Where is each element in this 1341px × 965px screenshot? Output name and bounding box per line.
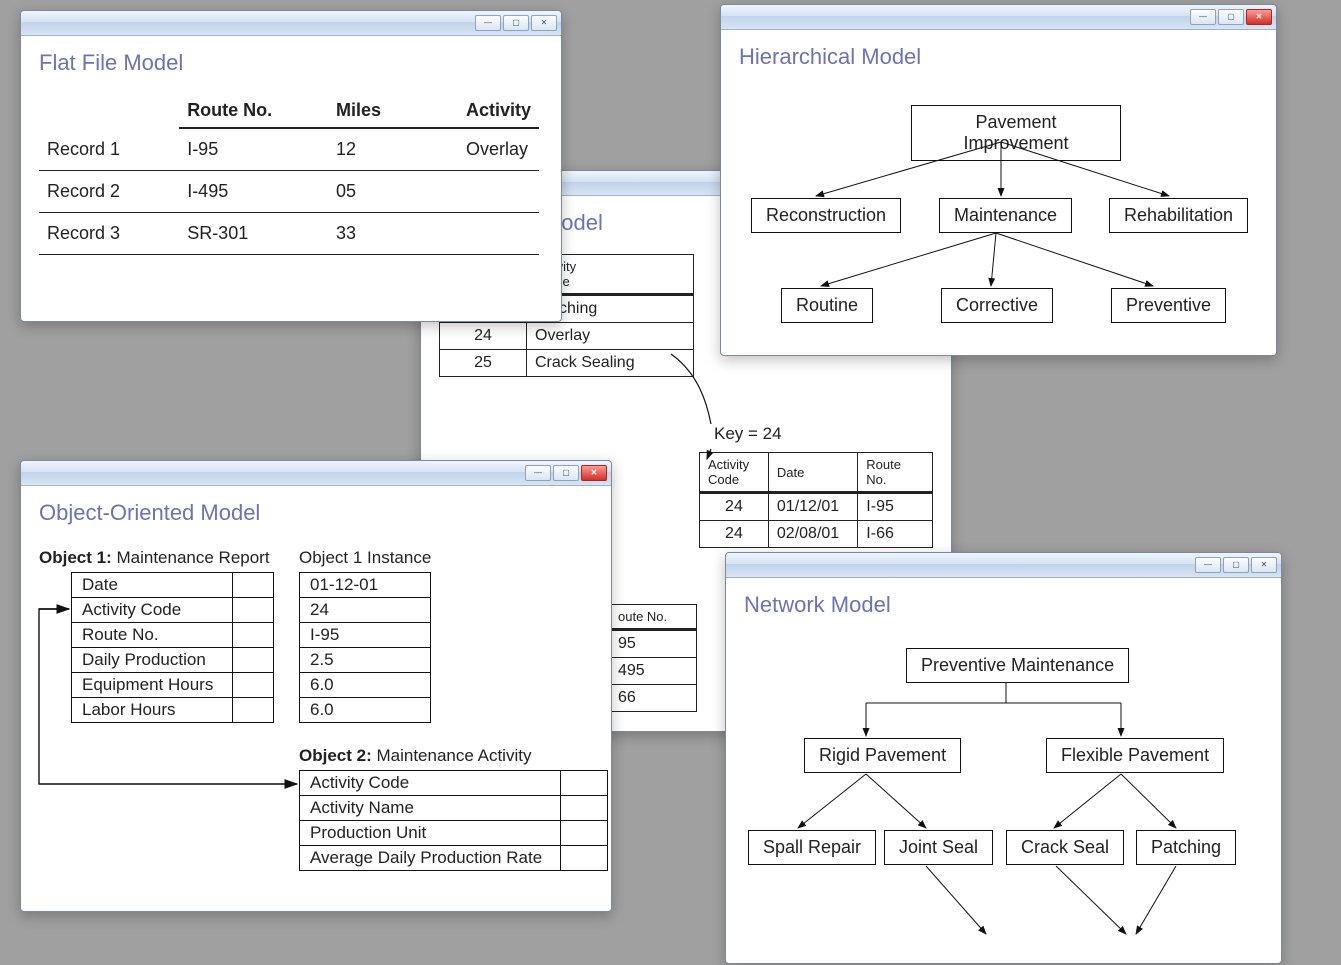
tree-node: Rehabilitation <box>1109 198 1248 233</box>
tree-node: Patching <box>1136 830 1236 865</box>
flat-file-table: Route No. Miles Activity Record 1I-9512O… <box>39 94 539 255</box>
tree-node: Routine <box>781 288 873 323</box>
titlebar: — ▢ ✕ <box>21 461 611 486</box>
object1-instance-label: Object 1 Instance <box>299 548 431 568</box>
maximize-icon[interactable]: ▢ <box>503 15 529 31</box>
tree-node: Corrective <box>941 288 1053 323</box>
window-title: Flat File Model <box>39 50 543 76</box>
minimize-icon[interactable]: — <box>1190 9 1216 25</box>
tree-root: Preventive Maintenance <box>906 648 1129 683</box>
tree-node: Joint Seal <box>884 830 993 865</box>
titlebar: — ▢ ✕ <box>726 553 1281 578</box>
window-title: Hierarchical Model <box>739 44 1258 70</box>
hierarchical-window: — ▢ ✕ Hierarchical Model Pavement Improv… <box>720 4 1277 356</box>
window-title: Network Model <box>744 592 1263 618</box>
titlebar: — ▢ ✕ <box>721 5 1276 30</box>
close-icon[interactable]: ✕ <box>1251 557 1277 573</box>
object2-label: Object 2: Maintenance Activity <box>299 746 531 766</box>
close-icon[interactable]: ✕ <box>531 15 557 31</box>
tree-node: Rigid Pavement <box>804 738 961 773</box>
network-window: — ▢ ✕ Network Model Preventive Maintenan… <box>725 552 1282 964</box>
tree-node: Reconstruction <box>751 198 901 233</box>
flatfile-window: — ▢ ✕ Flat File Model Route No. Miles Ac… <box>20 10 562 322</box>
object2-fields: Activity Code Activity Name Production U… <box>299 770 608 871</box>
activity-date-table: Activity Code Date Route No. 2401/12/01I… <box>699 452 933 548</box>
maximize-icon[interactable]: ▢ <box>553 465 579 481</box>
table-row: Record 3SR-30133 <box>39 213 539 255</box>
table-row: Record 2I-49505 <box>39 171 539 213</box>
tree-node: Flexible Pavement <box>1046 738 1224 773</box>
maximize-icon[interactable]: ▢ <box>1218 9 1244 25</box>
object1-fields: Date Activity Code Route No. Daily Produ… <box>71 572 274 723</box>
tree-node: Preventive <box>1111 288 1226 323</box>
table-row: Record 1I-9512Overlay <box>39 128 539 171</box>
minimize-icon[interactable]: — <box>1195 557 1221 573</box>
close-icon[interactable]: ✕ <box>581 465 607 481</box>
titlebar: — ▢ ✕ <box>21 11 561 36</box>
minimize-icon[interactable]: — <box>525 465 551 481</box>
oo-window: — ▢ ✕ Object-Oriented Model Object 1: Ma… <box>20 460 612 912</box>
object1-values: 01-12-01 24 I-95 2.5 6.0 6.0 <box>299 572 431 723</box>
close-icon[interactable]: ✕ <box>1246 9 1272 25</box>
tree-node: Spall Repair <box>748 830 876 865</box>
minimize-icon[interactable]: — <box>475 15 501 31</box>
route-table-partial: oute No. 95 495 66 <box>609 604 697 712</box>
window-title: Object-Oriented Model <box>39 500 593 526</box>
tree-root: Pavement Improvement <box>911 105 1121 161</box>
maximize-icon[interactable]: ▢ <box>1223 557 1249 573</box>
object1-label: Object 1: Maintenance Report <box>39 548 270 568</box>
tree-node: Maintenance <box>939 198 1072 233</box>
tree-node: Crack Seal <box>1006 830 1124 865</box>
key-label: Key = 24 <box>714 424 782 444</box>
